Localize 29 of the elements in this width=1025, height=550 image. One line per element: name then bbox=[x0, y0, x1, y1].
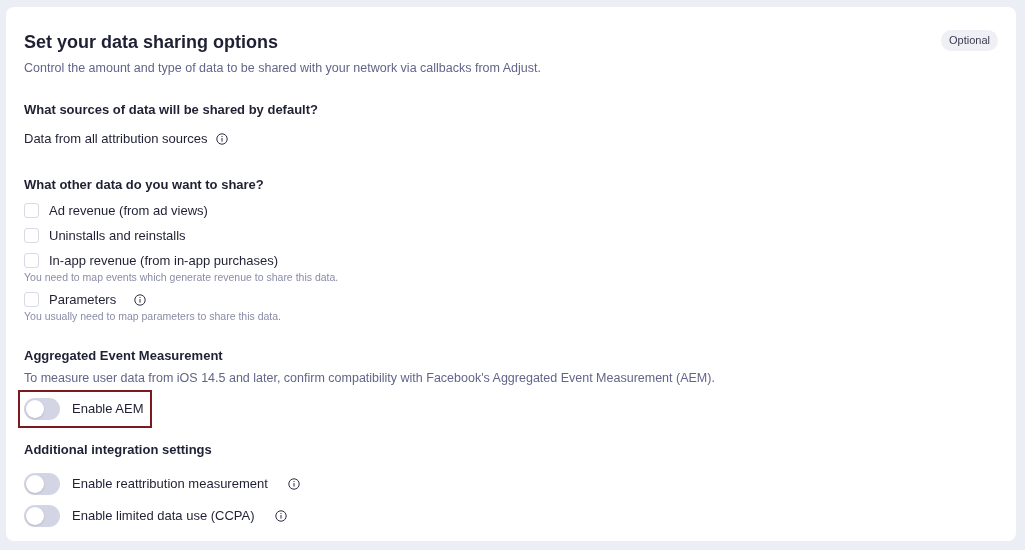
checkbox-label: Uninstalls and reinstalls bbox=[49, 227, 186, 245]
checkbox-label: Ad revenue (from ad views) bbox=[49, 202, 208, 220]
source-text: Data from all attribution sources bbox=[24, 130, 208, 149]
info-icon[interactable] bbox=[287, 477, 300, 490]
toggle-switch[interactable] bbox=[24, 504, 60, 527]
checkbox[interactable] bbox=[24, 253, 39, 269]
section-heading: What sources of data will be shared by default? bbox=[24, 100, 319, 119]
section-heading: Aggregated Event Measurement bbox=[24, 346, 224, 365]
card-description: Control the amount and type of data to be shared with your network via callbacks from Adjust. bbox=[24, 60, 542, 77]
section-heading: Additional integration settings bbox=[24, 441, 213, 459]
optional-tag: Optional bbox=[941, 30, 998, 51]
checkbox[interactable] bbox=[24, 203, 39, 219]
checkbox-label: Parameters bbox=[49, 290, 117, 309]
toggle-switch[interactable] bbox=[24, 398, 60, 420]
checkbox[interactable] bbox=[24, 292, 39, 307]
toggle-label: Enable limited data use (CCPA) bbox=[72, 506, 255, 525]
checkbox-label: In-app revenue (from in-app purchases) bbox=[49, 252, 279, 270]
info-icon[interactable] bbox=[134, 293, 147, 306]
toggle-label: Enable reattribution measurement bbox=[72, 474, 268, 493]
card-title: Set your data sharing options bbox=[24, 31, 279, 54]
section-description: To measure user data from iOS 14.5 and later, confirm compatibility with Facebook's Aggregated Event Measurement (AEM). bbox=[24, 370, 716, 388]
info-icon[interactable] bbox=[274, 509, 287, 522]
helper-text: You usually need to map parameters to share this data. bbox=[24, 309, 283, 324]
info-icon[interactable] bbox=[215, 133, 228, 145]
toggle-switch[interactable] bbox=[24, 472, 60, 495]
section-heading: What other data do you want to share? bbox=[24, 175, 265, 194]
helper-text: You need to map events which generate revenue to share this data. bbox=[24, 270, 340, 286]
toggle-label: Enable AEM bbox=[72, 400, 144, 419]
checkbox[interactable] bbox=[24, 228, 39, 244]
